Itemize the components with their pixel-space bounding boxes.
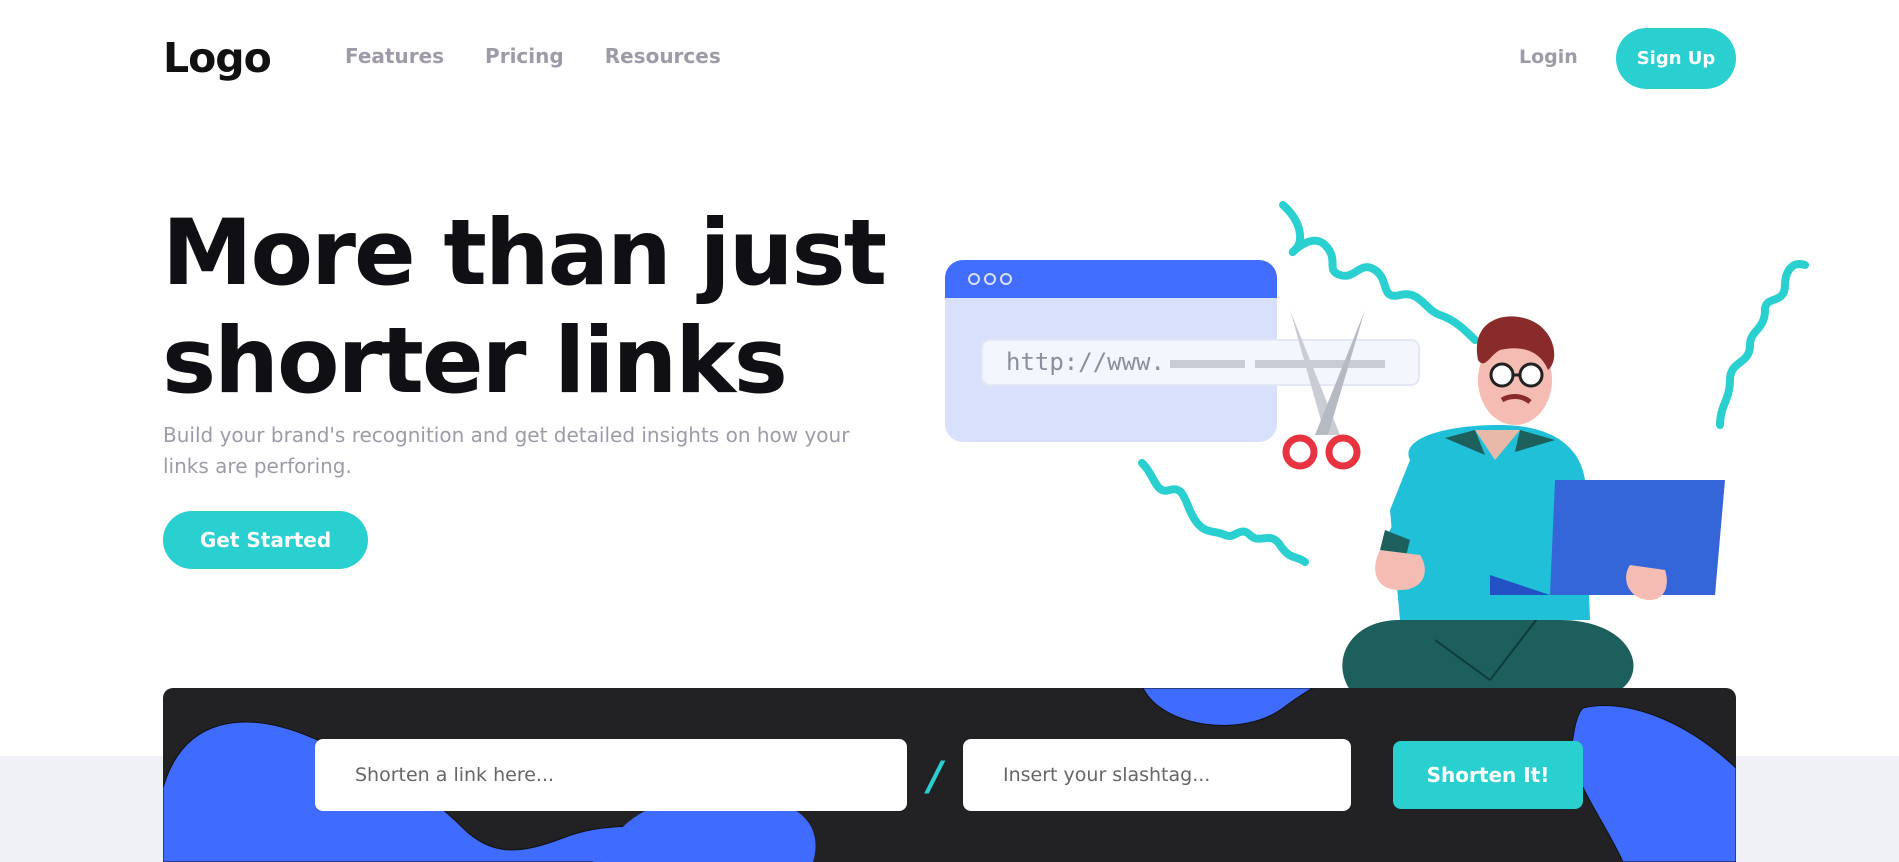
hero-illustration: http://www.: [945, 201, 1809, 690]
svg-text:http://www.: http://www.: [1006, 348, 1165, 376]
nav-resources[interactable]: Resources: [605, 44, 721, 68]
squiggle-top: [1279, 201, 1479, 344]
main-nav: Features Pricing Resources: [345, 44, 721, 68]
hero-title: More than just shorter links: [162, 201, 887, 414]
hero-subtitle: Build your brand's recognition and get d…: [163, 423, 850, 478]
squiggle-right: [1716, 260, 1809, 429]
shorten-panel: / Shorten It!: [163, 688, 1736, 862]
shorten-button[interactable]: Shorten It!: [1393, 741, 1583, 809]
squiggle-bottom: [1138, 459, 1309, 566]
browser-window-icon: http://www.: [945, 260, 1420, 442]
get-started-button[interactable]: Get Started: [163, 511, 368, 569]
slash-separator: /: [928, 754, 943, 800]
nav-pricing[interactable]: Pricing: [485, 44, 564, 68]
login-link[interactable]: Login: [1519, 46, 1578, 68]
link-input[interactable]: [315, 739, 907, 811]
signup-button[interactable]: Sign Up: [1616, 28, 1736, 89]
slashtag-input[interactable]: [963, 739, 1351, 811]
scissors-icon: [1282, 310, 1365, 470]
nav-features[interactable]: Features: [345, 44, 444, 68]
logo[interactable]: Logo: [163, 34, 272, 82]
